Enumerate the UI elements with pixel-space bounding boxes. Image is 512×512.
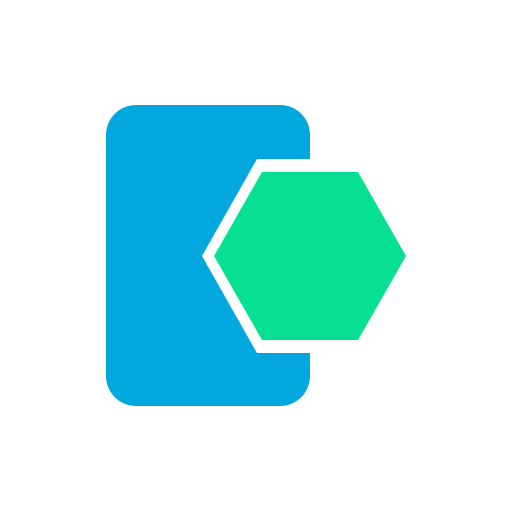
phone-with-hexagon-icon — [106, 105, 422, 406]
app-icon — [0, 0, 512, 512]
